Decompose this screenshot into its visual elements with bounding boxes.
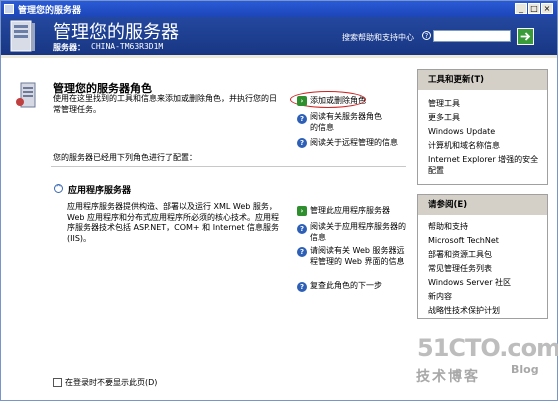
panel-item-technet[interactable]: Microsoft TechNet: [428, 235, 499, 246]
window-title: 管理您的服务器: [18, 6, 82, 16]
section-divider: [51, 166, 406, 167]
app-icon: [4, 4, 14, 14]
panel-item-common-tasks[interactable]: 常见管理任务列表: [428, 263, 492, 274]
server-icon: [10, 20, 35, 52]
app-server-title: 应用程序服务器: [68, 186, 132, 196]
panel-item-help-support[interactable]: 帮助和支持: [428, 221, 468, 232]
panel-item-whats-new[interactable]: 新内容: [428, 291, 452, 302]
dont-show-checkbox[interactable]: [53, 378, 62, 387]
panel-item-deployment-kit[interactable]: 部署和资源工具包: [428, 249, 492, 260]
help-icon: ?: [422, 31, 431, 40]
panel-item-admin-tools[interactable]: 管理工具: [428, 98, 460, 109]
configured-roles-text: 您的服务器已经用下列角色进行了配置：: [53, 153, 197, 162]
watermark-blog: Blog: [511, 363, 539, 376]
watermark-logo: 51CTO.com: [417, 334, 558, 362]
header-band: 管理您的服务器 服务器： CHINA-TM63R3D1M 搜索帮助和支持中心 ?: [1, 17, 557, 55]
panel-item-computer-domain-info[interactable]: 计算机和域名称信息: [428, 140, 500, 151]
page-title: 管理您的服务器: [53, 22, 179, 43]
panel-item-windows-update[interactable]: Windows Update: [428, 126, 495, 137]
green-arrow-icon: ›: [297, 96, 307, 106]
tools-panel: 工具和更新(T) 管理工具 更多工具 Windows Update 计算机和域名…: [417, 69, 548, 185]
close-button[interactable]: ×: [541, 3, 553, 14]
server-name: CHINA-TM63R3D1M: [91, 42, 164, 51]
search-input[interactable]: [433, 30, 511, 42]
panel-item-security-plan[interactable]: 战略性技术保护计划: [428, 305, 500, 316]
collapse-chevron-icon[interactable]: ^: [54, 184, 63, 193]
read-app-server-info-link[interactable]: 阅读关于应用程序服务器的信息: [310, 221, 406, 243]
window: 管理您的服务器 _ □ × 管理您的服务器 服务器： CHINA-TM63R3D…: [0, 0, 558, 401]
green-arrow-icon: ›: [297, 206, 307, 216]
header-separator: [1, 55, 557, 58]
help-icon: ?: [297, 138, 307, 148]
read-roles-info-link[interactable]: 阅读有关服务器角色的信息: [310, 111, 386, 133]
review-next-steps-link[interactable]: 复查此角色的下一步: [310, 280, 410, 291]
roles-description: 使用在这里找到的工具和信息来添加或删除角色，并执行您的日常管理任务。: [53, 94, 277, 114]
help-icon: ?: [297, 224, 307, 234]
dont-show-label[interactable]: 在登录时不要显示此页(D): [65, 377, 157, 388]
title-bar: 管理您的服务器 _ □ ×: [1, 1, 557, 17]
read-remote-admin-link[interactable]: 阅读关于远程管理的信息: [310, 137, 410, 148]
server-label: 服务器：: [53, 43, 85, 52]
tools-panel-title: 工具和更新(T): [418, 70, 547, 90]
search-go-button[interactable]: [517, 28, 534, 45]
help-icon: ?: [297, 114, 307, 124]
server-roles-icon: [16, 82, 36, 108]
panel-item-more-tools[interactable]: 更多工具: [428, 112, 460, 123]
help-icon: ?: [297, 282, 307, 292]
help-icon: ?: [297, 247, 307, 257]
see-also-panel: 请参阅(E) 帮助和支持 Microsoft TechNet 部署和资源工具包 …: [417, 194, 548, 319]
add-remove-roles-link[interactable]: 添加或删除角色: [310, 95, 380, 106]
manage-app-server-link[interactable]: 管理此应用程序服务器: [310, 205, 410, 216]
panel-item-ie-esc[interactable]: Internet Explorer 增强的安全配置: [428, 154, 543, 176]
read-web-remote-admin-link[interactable]: 请阅读有关 Web 服务器远程管理的 Web 界面的信息: [310, 245, 406, 267]
watermark-subtitle: 技术博客: [416, 369, 480, 385]
app-server-description: 应用程序服务器提供构造、部署以及运行 XML Web 服务，Web 应用程序和分…: [67, 202, 280, 243]
maximize-button[interactable]: □: [528, 3, 540, 14]
panel-item-community[interactable]: Windows Server 社区: [428, 277, 511, 288]
search-label: 搜索帮助和支持中心: [342, 33, 414, 42]
minimize-button[interactable]: _: [515, 3, 527, 14]
see-also-panel-title: 请参阅(E): [418, 195, 547, 215]
